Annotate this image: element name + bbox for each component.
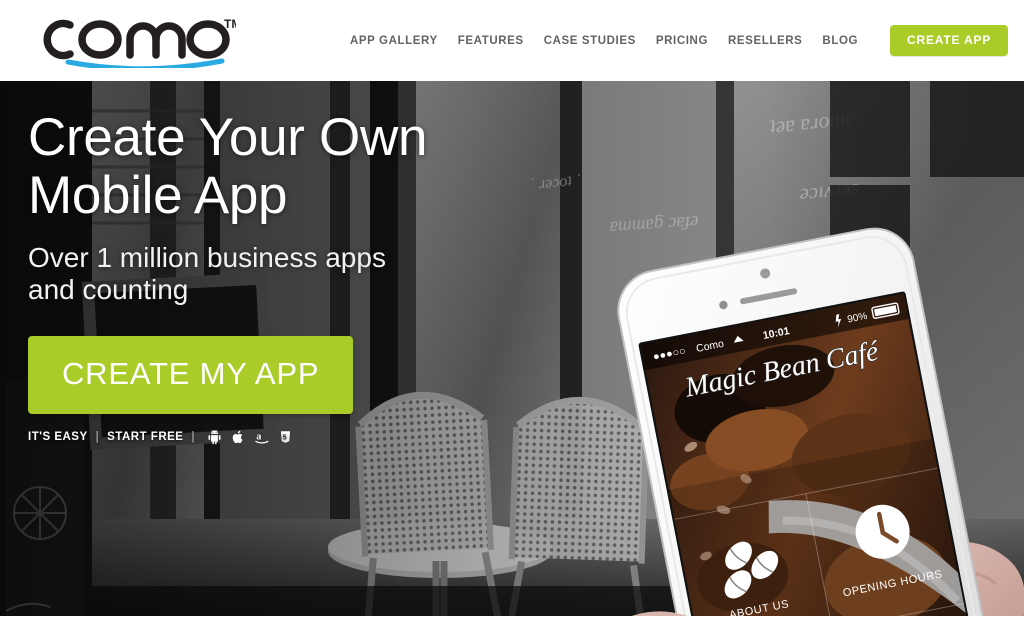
hero-subheadline: Over 1 million business apps and countin… <box>28 241 386 306</box>
page-bottom-strip <box>0 616 1024 640</box>
landing-page: TM APP GALLERY FEATURES CASE STUDIES PRI… <box>0 0 1024 640</box>
meta-separator-2: | <box>191 431 195 444</box>
svg-text:5: 5 <box>283 435 287 442</box>
logo-swoosh <box>65 58 225 68</box>
amazon-icon: a <box>254 429 270 445</box>
logo-tm-mark: TM <box>224 17 236 31</box>
como-logo[interactable]: TM <box>26 12 236 68</box>
hero-copy: Create Your Own Mobile App Over 1 millio… <box>28 109 568 445</box>
main-navigation: APP GALLERY FEATURES CASE STUDIES PRICIN… <box>340 0 1009 81</box>
hero-meta-row: IT'S EASY | START FREE | a 5 <box>28 429 568 445</box>
hero-headline: Create Your Own Mobile App <box>28 108 428 225</box>
platform-icon-row: a 5 <box>207 429 292 445</box>
nav-item-pricing[interactable]: PRICING <box>646 29 718 53</box>
create-app-button[interactable]: CREATE APP <box>890 25 1009 56</box>
site-header: TM APP GALLERY FEATURES CASE STUDIES PRI… <box>0 0 1024 81</box>
its-easy-label: IT'S EASY <box>28 431 88 444</box>
nav-item-resellers[interactable]: RESELLERS <box>718 29 812 53</box>
nav-item-features[interactable]: FEATURES <box>448 29 534 53</box>
svg-text:a: a <box>256 432 261 443</box>
android-icon <box>207 429 222 445</box>
html5-icon: 5 <box>279 429 292 445</box>
start-free-label[interactable]: START FREE <box>107 431 183 443</box>
apple-icon <box>231 429 245 445</box>
meta-separator-1: | <box>95 431 100 444</box>
nav-item-case-studies[interactable]: CASE STUDIES <box>534 29 646 53</box>
hero-section: pâtisserie + <box>0 81 1024 616</box>
nav-item-app-gallery[interactable]: APP GALLERY <box>340 29 448 53</box>
create-my-app-button[interactable]: CREATE MY APP <box>28 336 354 415</box>
nav-item-blog[interactable]: BLOG <box>812 29 868 53</box>
